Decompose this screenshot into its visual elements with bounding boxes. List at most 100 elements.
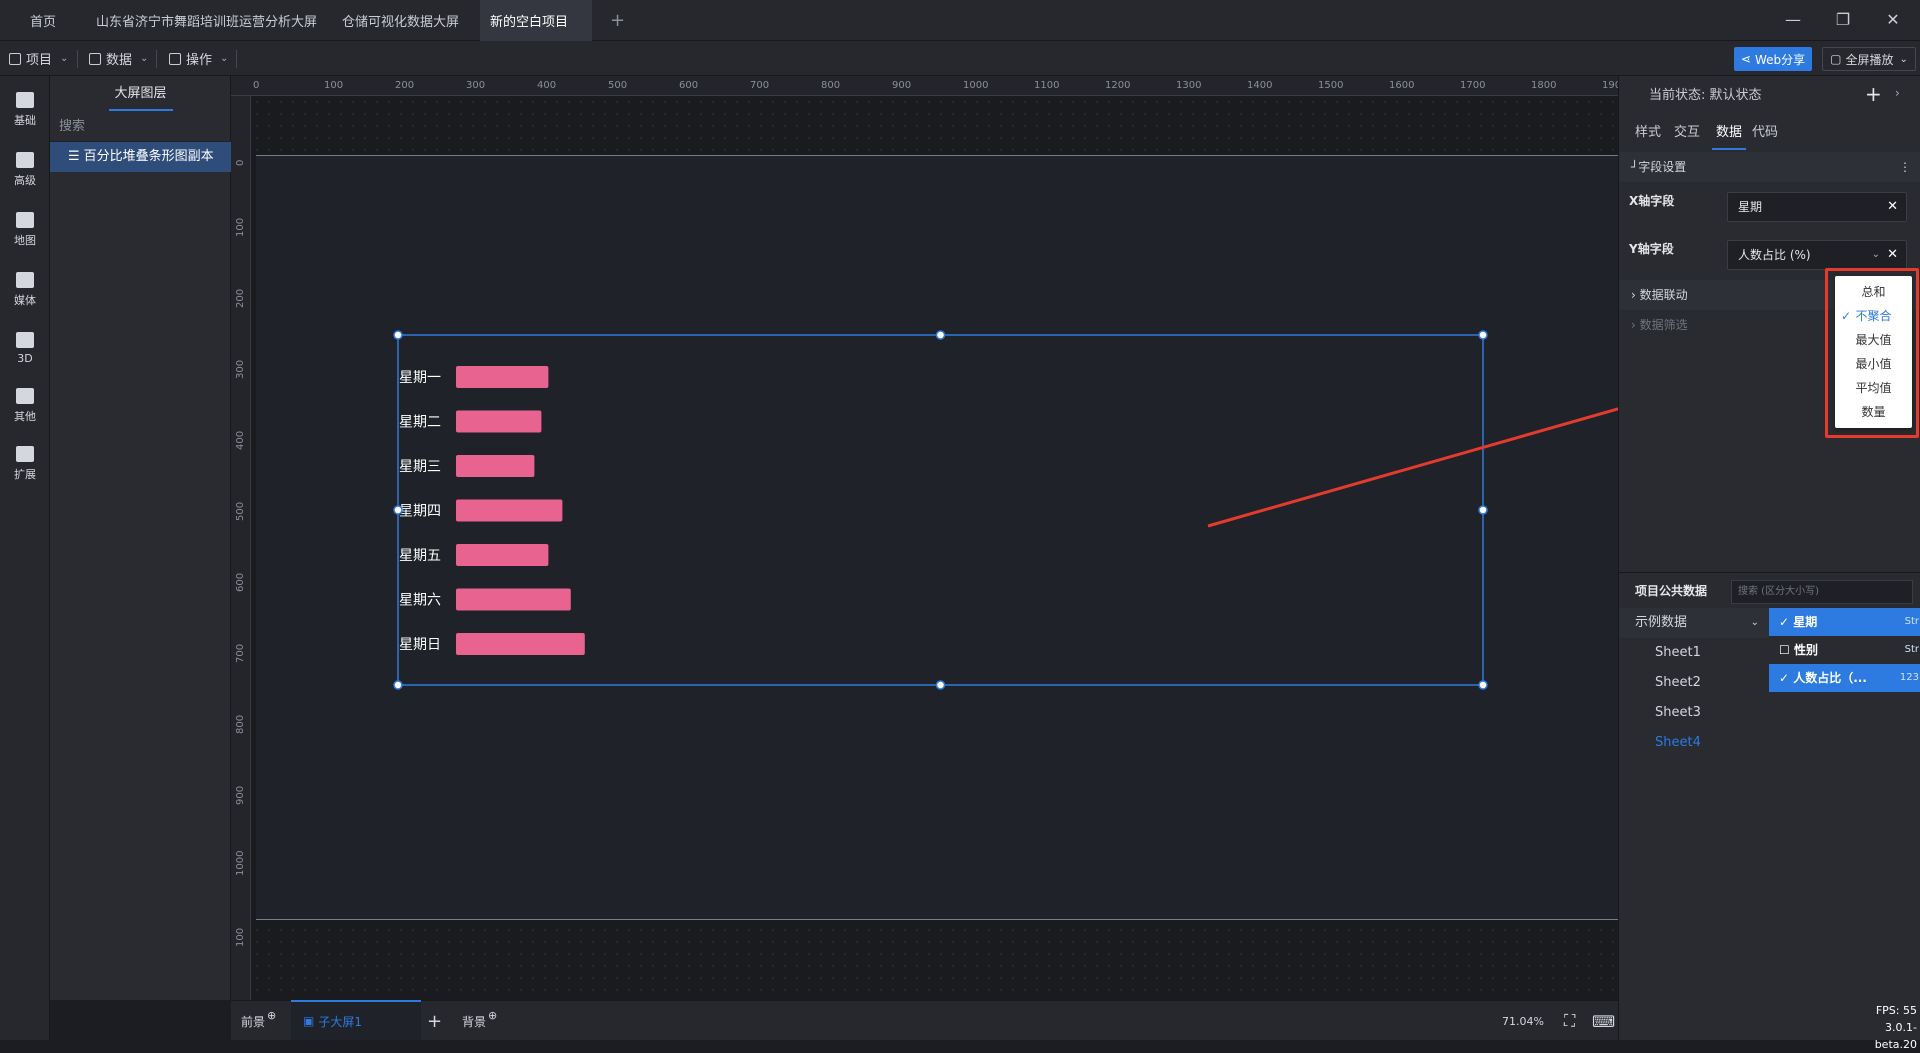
cube-icon: [16, 331, 34, 348]
file-icon: [9, 52, 21, 65]
resize-handle[interactable]: [935, 680, 946, 690]
nav-map[interactable]: 地图: [0, 202, 50, 258]
data-menu[interactable]: 数据 ⌄: [89, 41, 148, 76]
tab-code[interactable]: 代码: [1752, 116, 1778, 150]
clear-icon[interactable]: ✕: [1887, 241, 1898, 269]
project-menu[interactable]: 项目 ⌄: [9, 41, 68, 76]
resize-handle[interactable]: [935, 330, 946, 340]
tab-label: 首页: [29, 15, 56, 30]
column-name: 性别: [1793, 643, 1818, 657]
grid-icon: [169, 52, 181, 65]
y-axis-value: 人数占比 (%): [1738, 248, 1811, 262]
title-bar: 首页 山东省济宁市舞蹈培训班运营分析大屏 仓储可视化数据大屏 新的空白项目 + …: [0, 0, 1920, 41]
resize-handle[interactable]: [393, 680, 403, 690]
nav-extension[interactable]: 扩展: [0, 436, 50, 492]
public-data-search-input[interactable]: 搜索 (区分大小写): [1731, 580, 1913, 604]
category-label: 星期五: [399, 548, 441, 564]
puzzle-icon: [16, 446, 34, 462]
screen-icon: ▣: [303, 1014, 315, 1028]
bar: [456, 366, 549, 388]
tab-dance-dashboard[interactable]: 山东省济宁市舞蹈培训班运营分析大屏: [86, 0, 332, 41]
version-label: 3.0.1-beta.20: [1874, 1021, 1917, 1051]
tab-label: 仓储可视化数据大屏: [342, 15, 460, 30]
operate-menu[interactable]: 操作 ⌄: [169, 41, 228, 76]
keyboard-icon[interactable]: ⌨: [1592, 1001, 1615, 1041]
foreground-tab[interactable]: 前景 ⊕: [241, 1001, 276, 1041]
web-share-button[interactable]: ⋖ Web分享: [1734, 47, 1812, 71]
add-tab-button[interactable]: +: [600, 0, 628, 41]
nav-label: 地图: [14, 234, 36, 247]
nav-other[interactable]: 其他: [0, 378, 50, 434]
y-axis-field[interactable]: 人数占比 (%) ⌄ ✕: [1727, 240, 1907, 270]
field-settings-header[interactable]: ┘字段设置 ⋮: [1619, 152, 1920, 182]
add-state-icon[interactable]: +: [1865, 82, 1882, 106]
layer-search-input[interactable]: 搜索: [50, 112, 231, 142]
layers-title[interactable]: 大屏图层: [50, 76, 231, 112]
ruler-tick-label: 400: [235, 430, 246, 450]
sheet-item[interactable]: Sheet3: [1619, 698, 1769, 728]
toolbar: 项目 ⌄ 数据 ⌄ 操作 ⌄: [0, 41, 1920, 76]
tab-home[interactable]: 首页: [0, 0, 86, 41]
category-label: 星期三: [399, 459, 441, 475]
current-state: 当前状态: 默认状态: [1649, 76, 1762, 116]
subscreen-label: 子大屏1: [318, 1014, 362, 1029]
tab-style[interactable]: 样式: [1635, 116, 1661, 150]
restore-button[interactable]: ❐: [1830, 8, 1856, 32]
category-label: 星期六: [399, 593, 441, 609]
state-value[interactable]: 默认状态: [1710, 88, 1762, 103]
minimize-button[interactable]: —: [1780, 8, 1806, 32]
ruler-tick-label: 900: [235, 785, 246, 805]
nav-basic[interactable]: 基础: [0, 82, 50, 138]
nav-advanced[interactable]: 高级: [0, 142, 50, 198]
chevron-down-icon: ⌄: [1899, 53, 1908, 65]
fps-status: FPS: 55 3.0.1-beta.20: [1855, 1002, 1917, 1053]
list-icon: ☰: [68, 149, 80, 164]
chart-plot: 星期一星期二星期三星期四星期五星期六星期日: [399, 366, 585, 655]
nav-label: 3D: [17, 351, 33, 365]
ruler-tick-label: 1100: [1034, 80, 1060, 91]
layers-panel: 大屏图层 搜索 ☰ 百分比堆叠条形图副本: [50, 76, 231, 1000]
fit-screen-icon[interactable]: ⛶: [1564, 1001, 1575, 1041]
layer-item[interactable]: ☰ 百分比堆叠条形图副本: [50, 142, 231, 172]
operate-menu-label: 操作: [186, 53, 213, 68]
add-subscreen-button[interactable]: +: [427, 1001, 442, 1041]
chevron-right-icon[interactable]: ›: [1895, 86, 1900, 100]
resize-handle[interactable]: [1478, 680, 1488, 690]
fullscreen-play-button[interactable]: ▢ 全屏播放 ⌄: [1822, 47, 1916, 71]
sheet-item[interactable]: Sheet1: [1619, 638, 1769, 668]
ruler-tick-label: 1400: [1247, 80, 1273, 91]
tab-data[interactable]: 数据: [1712, 116, 1747, 150]
background-tab[interactable]: 背景 ⊕: [462, 1001, 497, 1041]
fps-value: FPS: 55: [1875, 1004, 1917, 1017]
column-item-weekday[interactable]: ✓ 星期 Str: [1769, 608, 1920, 636]
column-item-ratio[interactable]: ✓ 人数占比（... 123: [1769, 664, 1920, 692]
divider: [77, 50, 78, 68]
clear-icon[interactable]: ✕: [1887, 193, 1898, 221]
resize-handle[interactable]: [1478, 330, 1488, 340]
tab-warehouse-dashboard[interactable]: 仓储可视化数据大屏: [332, 0, 480, 41]
resize-handle[interactable]: [393, 505, 403, 515]
subscreen-tab[interactable]: ▣ 子大屏1: [291, 1000, 421, 1040]
column-type: Str: [1904, 616, 1919, 627]
nav-3d[interactable]: 3D: [0, 320, 50, 376]
bar: [456, 588, 571, 611]
background-label: 背景: [462, 1014, 487, 1029]
ruler-tick-label: 700: [750, 80, 770, 91]
resize-handle[interactable]: [393, 330, 403, 340]
sheet-item-active[interactable]: Sheet4: [1619, 728, 1769, 758]
tab-new-project[interactable]: 新的空白项目: [480, 0, 592, 41]
dataset-selector[interactable]: 示例数据 ⌄: [1619, 608, 1769, 638]
x-axis-value: 星期: [1738, 200, 1763, 214]
sheet-item[interactable]: Sheet2: [1619, 668, 1769, 698]
tab-interaction[interactable]: 交互: [1674, 116, 1700, 150]
data-filter-label: 数据筛选: [1639, 318, 1688, 332]
ruler-tick-label: 1000: [235, 850, 246, 876]
nav-media[interactable]: 媒体: [0, 262, 50, 318]
column-item-gender[interactable]: ☐ 性别 Str: [1769, 636, 1920, 664]
x-axis-field[interactable]: 星期 ✕: [1727, 192, 1907, 222]
plus-circle-icon: ⊕: [488, 1008, 498, 1022]
chevron-down-icon[interactable]: ⌄: [1872, 241, 1880, 269]
close-button[interactable]: ✕: [1880, 8, 1906, 32]
ruler-tick-label: 1600: [1389, 80, 1415, 91]
zoom-level[interactable]: 71.04%: [1502, 1001, 1544, 1041]
